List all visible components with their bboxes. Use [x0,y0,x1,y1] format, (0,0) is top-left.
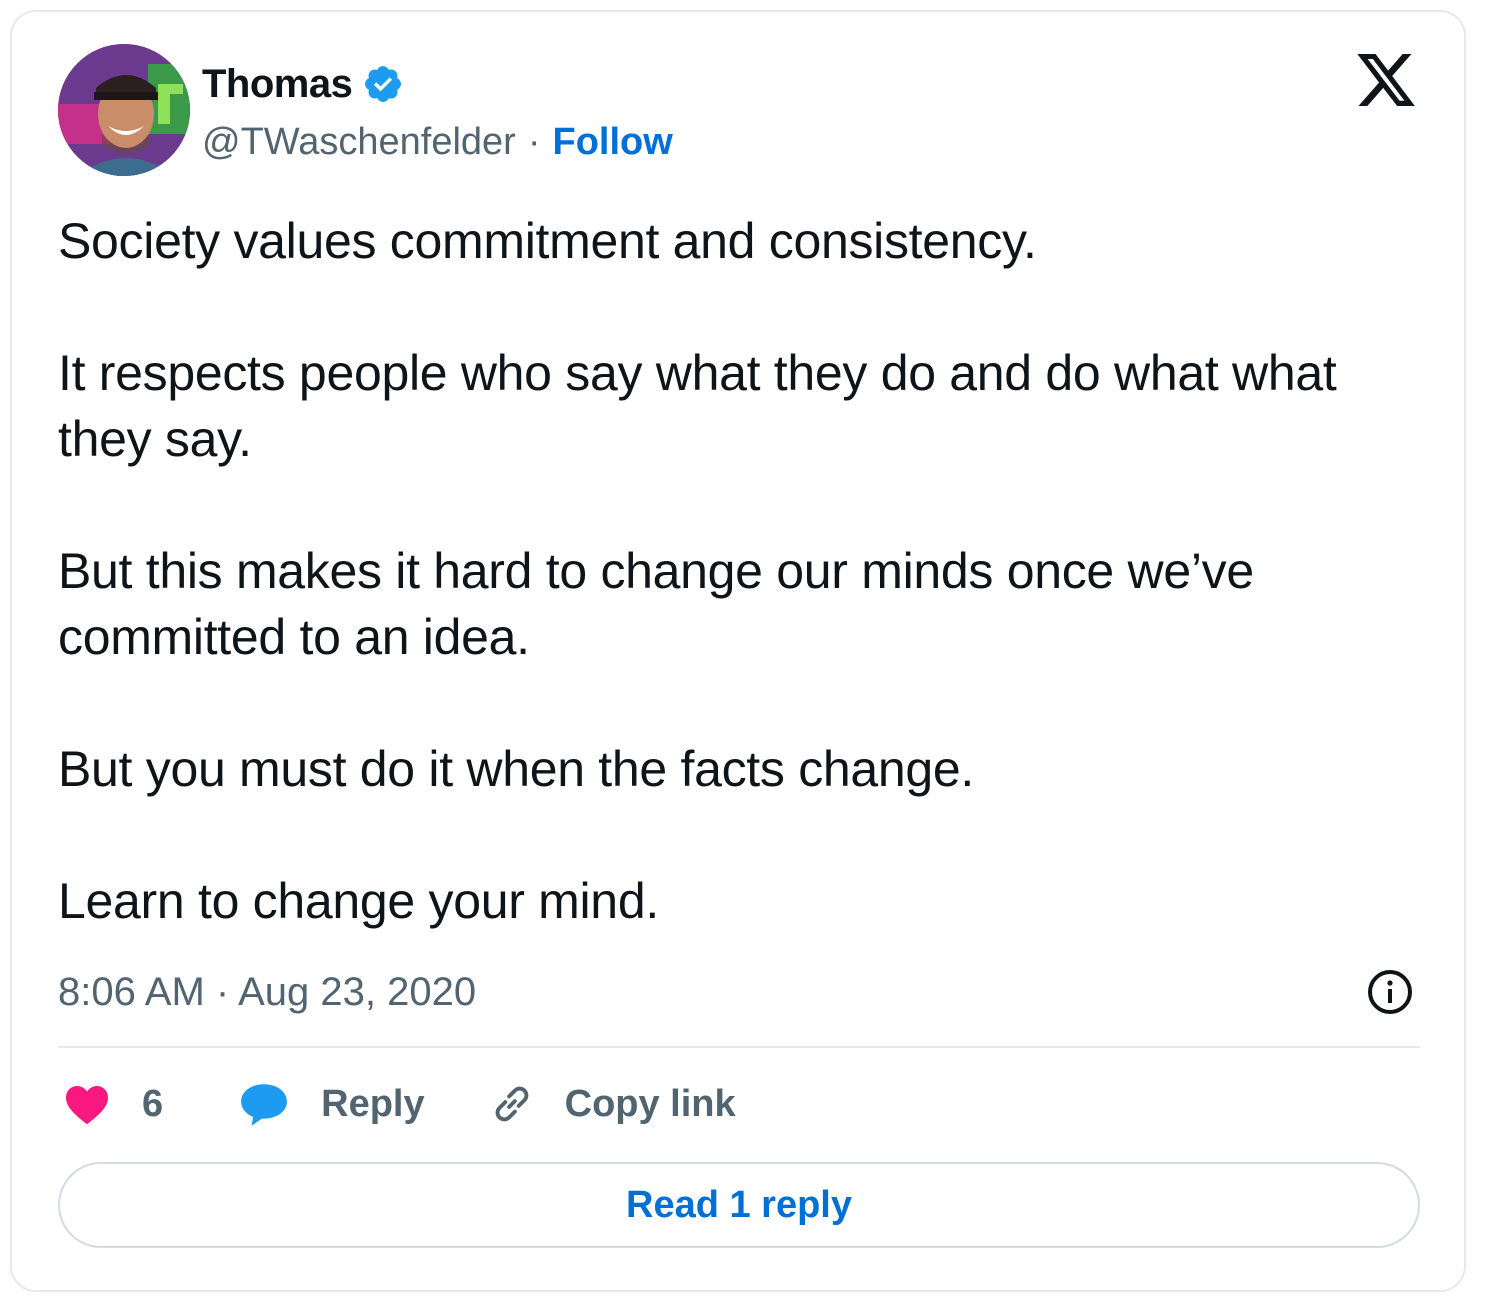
action-bar: 6 Reply Copy link [64,1076,736,1132]
verified-badge-icon [362,63,404,105]
divider [58,1046,1420,1048]
reply-button[interactable]: Reply [239,1081,425,1127]
author-name[interactable]: Thomas [202,62,353,107]
avatar-image [58,44,190,176]
link-icon [495,1086,529,1122]
x-logo-icon[interactable] [1354,48,1418,112]
author-handle-row: @TWaschenfelder · Follow [202,112,673,172]
tweet-text: Society values commitment and consistenc… [58,208,1428,934]
avatar[interactable] [58,44,190,176]
author-handle[interactable]: @TWaschenfelder [202,121,516,164]
tweet-paragraph: Learn to change your mind. [58,873,659,929]
tweet-paragraph: But you must do it when the facts change… [58,741,975,797]
speech-bubble-icon [241,1084,288,1126]
read-replies-button[interactable]: Read 1 reply [58,1162,1420,1248]
copy-link-button[interactable]: Copy link [489,1081,736,1127]
tweet-paragraph: But this makes it hard to change our min… [58,543,1254,665]
like-count: 6 [142,1082,164,1125]
like-button[interactable]: 6 [64,1083,163,1126]
copy-link-label: Copy link [564,1082,736,1125]
info-icon[interactable] [1366,968,1414,1016]
tweet-paragraph: It respects people who say what they do … [58,345,1337,467]
author-name-row: Thomas [202,56,673,112]
author-block: Thomas @TWaschenfelder · Follow [202,56,673,172]
tweet-paragraph: Society values commitment and consistenc… [58,213,1037,269]
follow-button[interactable]: Follow [553,121,673,164]
tweet-timestamp[interactable]: 8:06 AM · Aug 23, 2020 [58,966,476,1018]
tweet-card: Thomas @TWaschenfelder · Follow Society … [10,10,1466,1292]
separator: · [527,120,541,163]
reply-label: Reply [321,1082,425,1125]
heart-icon [66,1086,108,1125]
